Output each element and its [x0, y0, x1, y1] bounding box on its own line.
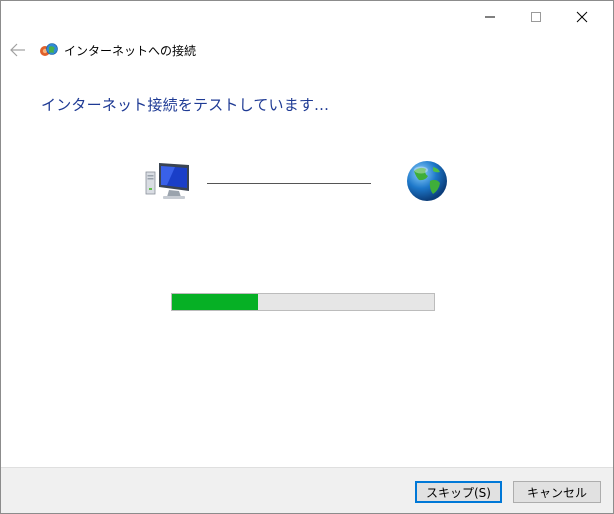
network-connection-icon [40, 43, 58, 56]
minimize-icon [485, 16, 495, 18]
maximize-icon [531, 12, 541, 22]
button-bar: スキップ(S) キャンセル [1, 467, 613, 513]
dialog-window: インターネットへの接続 インターネット接続をテストしています... スキップ(S… [0, 0, 614, 514]
title-bar [1, 1, 613, 33]
progress-fill [172, 294, 259, 310]
back-button[interactable] [5, 37, 31, 63]
back-arrow-icon [10, 43, 25, 57]
computer-icon [145, 163, 189, 199]
close-icon [576, 11, 588, 23]
window-title: インターネットへの接続 [64, 44, 197, 58]
navigation-row: インターネットへの接続 [1, 33, 613, 67]
page-heading: インターネット接続をテストしています... [41, 96, 330, 114]
skip-button[interactable]: スキップ(S) [415, 481, 502, 503]
minimize-button[interactable] [467, 1, 513, 33]
connection-line [207, 183, 371, 184]
close-button[interactable] [559, 1, 605, 33]
cancel-button[interactable]: キャンセル [513, 481, 601, 503]
progress-bar [171, 293, 435, 311]
globe-icon [407, 161, 447, 201]
maximize-button[interactable] [513, 1, 559, 33]
